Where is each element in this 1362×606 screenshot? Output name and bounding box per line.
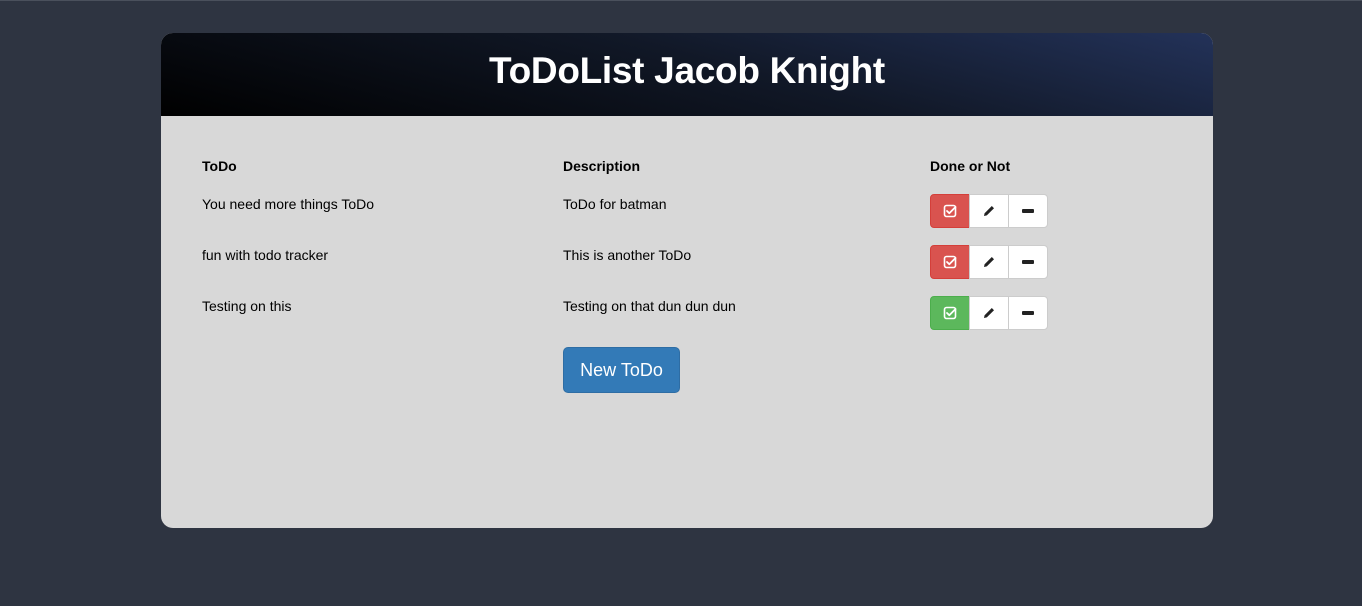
page-title: ToDoList Jacob Knight: [489, 50, 885, 91]
column-header-description: Description: [563, 158, 641, 174]
new-todo-button[interactable]: New ToDo: [563, 347, 680, 393]
column-header-todo: ToDo: [202, 158, 237, 174]
toggle-done-button[interactable]: [930, 245, 970, 279]
check-square-icon: [943, 204, 957, 218]
minus-icon: [1022, 260, 1034, 264]
todo-cell: Testing on this: [202, 298, 292, 314]
row-actions: [930, 296, 1049, 330]
toggle-done-button[interactable]: [930, 194, 970, 228]
minus-icon: [1022, 311, 1034, 315]
description-cell: ToDo for batman: [563, 196, 667, 212]
todo-cell: You need more things ToDo: [202, 196, 375, 212]
edit-button[interactable]: [969, 194, 1009, 228]
column-header-done: Done or Not: [930, 158, 1011, 174]
description-cell: Testing on that dun dun dun: [563, 298, 736, 314]
pencil-icon: [984, 257, 994, 267]
minus-icon: [1022, 209, 1034, 213]
panel-header: ToDoList Jacob Knight: [161, 33, 1213, 116]
row-actions: [930, 194, 1049, 228]
edit-button[interactable]: [969, 296, 1009, 330]
delete-button[interactable]: [1008, 245, 1048, 279]
check-square-icon: [943, 255, 957, 269]
toggle-done-button[interactable]: [930, 296, 970, 330]
description-cell: This is another ToDo: [563, 247, 692, 263]
top-border: [0, 0, 1362, 1]
pencil-icon: [984, 308, 994, 318]
check-square-icon: [943, 306, 957, 320]
delete-button[interactable]: [1008, 296, 1048, 330]
delete-button[interactable]: [1008, 194, 1048, 228]
todo-cell: fun with todo tracker: [202, 247, 329, 263]
row-actions: [930, 245, 1049, 279]
todo-panel: ToDoList Jacob Knight ToDo Description D…: [161, 33, 1213, 528]
pencil-icon: [984, 206, 994, 216]
edit-button[interactable]: [969, 245, 1009, 279]
